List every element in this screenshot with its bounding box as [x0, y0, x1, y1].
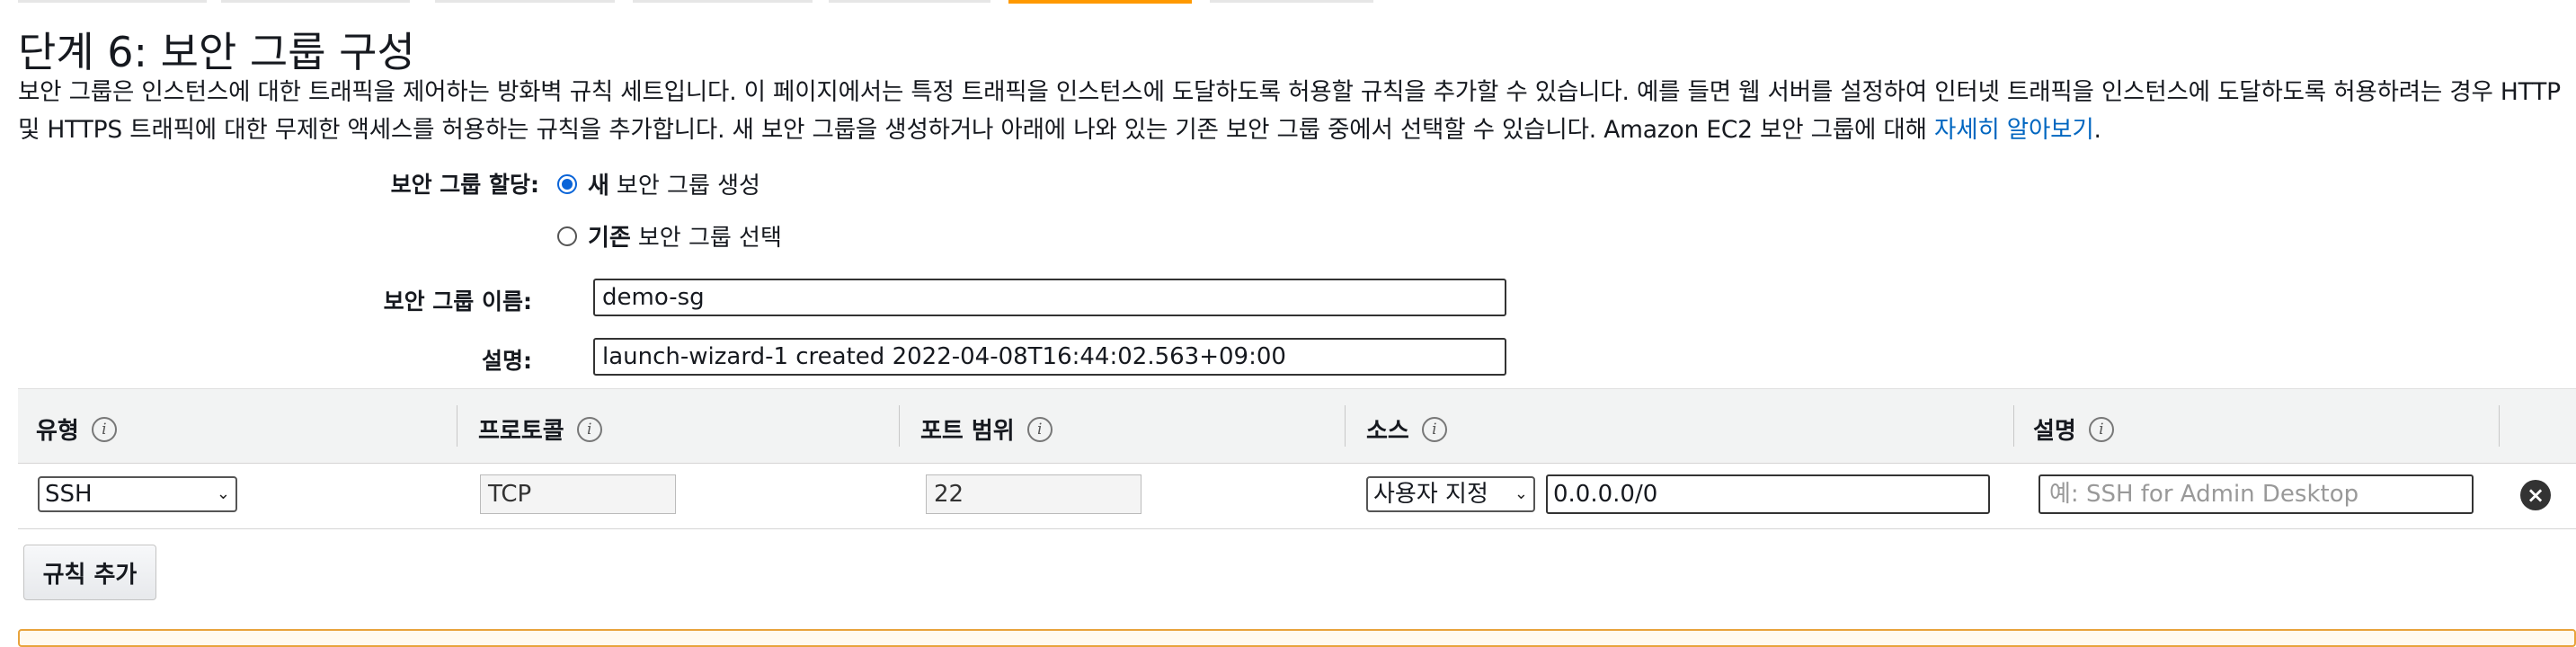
column-divider[interactable]: [899, 405, 900, 447]
radio-existing-label: 보안 그룹 선택: [637, 225, 782, 252]
page-title: 단계 6: 보안 그룹 구성: [18, 28, 415, 76]
col-desc-label: 설명: [2033, 418, 2076, 445]
col-port-label: 포트 범위: [920, 418, 1015, 445]
source-select-value: 사용자 지정: [1373, 481, 1488, 508]
info-icon[interactable]: i: [1026, 416, 1053, 442]
col-type-label: 유형: [36, 418, 79, 445]
wizard-tab[interactable]: [829, 0, 990, 3]
wizard-tab[interactable]: [18, 0, 207, 3]
col-source: 소스 i: [1366, 412, 1447, 446]
wizard-tab[interactable]: [221, 0, 410, 3]
page-description: 보안 그룹은 인스턴스에 대한 트래픽을 제어하는 방화벽 규칙 세트입니다. …: [18, 74, 2562, 149]
protocol-field: TCP: [480, 474, 676, 514]
col-type: 유형 i: [36, 412, 117, 446]
source-select[interactable]: 사용자 지정 ⌄: [1366, 476, 1535, 512]
wizard-tab[interactable]: [435, 0, 615, 3]
radio-existing-group[interactable]: 기존 보안 그룹 선택: [557, 219, 782, 253]
chevron-down-icon: ⌄: [216, 484, 230, 503]
col-source-label: 소스: [1366, 418, 1409, 445]
info-icon[interactable]: i: [91, 416, 117, 442]
col-port-range: 포트 범위 i: [920, 412, 1053, 446]
group-name-input[interactable]: demo-sg: [593, 279, 1506, 316]
warning-banner: [18, 629, 2576, 647]
column-divider[interactable]: [1345, 405, 1346, 447]
col-description: 설명 i: [2033, 412, 2114, 446]
port-range-field: 22: [926, 474, 1141, 514]
chevron-down-icon: ⌄: [1514, 484, 1528, 503]
group-name-label: 보안 그룹 이름:: [383, 288, 532, 315]
radio-new-button[interactable]: [557, 173, 577, 194]
column-divider[interactable]: [2013, 405, 2014, 447]
col-protocol-label: 프로토콜: [478, 418, 564, 445]
rule-description-input[interactable]: 예: SSH for Admin Desktop: [2039, 474, 2474, 514]
info-icon[interactable]: i: [1421, 416, 1447, 442]
learn-more-link[interactable]: 자세히 알아보기: [1934, 116, 2094, 144]
group-desc-label: 설명:: [482, 348, 532, 374]
type-select[interactable]: SSH ⌄: [38, 476, 237, 512]
source-cidr-input[interactable]: 0.0.0.0/0: [1546, 474, 1990, 514]
description-text: 보안 그룹은 인스턴스에 대한 트래픽을 제어하는 방화벽 규칙 세트입니다. …: [18, 78, 2561, 144]
radio-existing-bold: 기존: [588, 225, 631, 252]
wizard-tab[interactable]: [1210, 0, 1373, 3]
wizard-tab[interactable]: [633, 0, 813, 3]
add-rule-button[interactable]: 규칙 추가: [23, 545, 156, 600]
learn-more-suffix: .: [2093, 116, 2101, 144]
radio-new-label: 보안 그룹 생성: [616, 173, 760, 199]
column-divider[interactable]: [2499, 405, 2500, 447]
group-desc-input[interactable]: launch-wizard-1 created 2022-04-08T16:44…: [593, 338, 1506, 376]
info-icon[interactable]: i: [576, 416, 602, 442]
radio-new-bold: 새: [588, 173, 609, 199]
delete-rule-icon[interactable]: ×: [2520, 480, 2551, 510]
rules-table-header: 유형 i 프로토콜 i 포트 범위 i 소스 i 설명 i: [18, 388, 2576, 464]
radio-existing-button[interactable]: [557, 226, 577, 246]
assign-label: 보안 그룹 할당:: [390, 172, 539, 198]
wizard-tab-active[interactable]: [1008, 0, 1192, 4]
wizard-step-tabs: [0, 0, 2576, 4]
info-icon[interactable]: i: [2088, 416, 2114, 442]
radio-new-group[interactable]: 새 보안 그룹 생성: [557, 167, 760, 200]
type-select-value: SSH: [45, 481, 93, 508]
table-row: SSH ⌄ TCP 22 사용자 지정 ⌄ 0.0.0.0/0 예: SSH f…: [18, 462, 2576, 529]
col-protocol: 프로토콜 i: [478, 412, 602, 446]
